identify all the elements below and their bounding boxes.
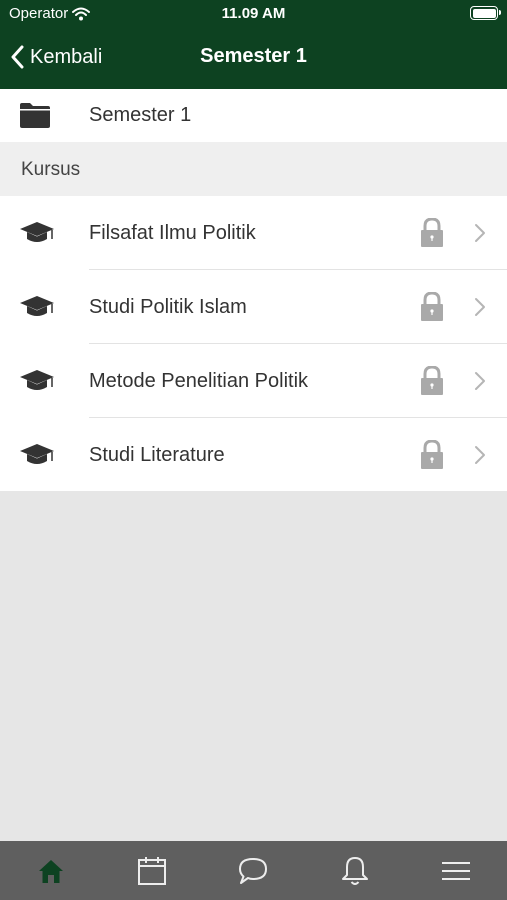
tab-home[interactable] <box>0 841 101 900</box>
chat-icon <box>239 857 268 884</box>
chevron-right-icon <box>475 372 485 390</box>
chevron-right-icon <box>475 446 485 464</box>
section-header: Kursus <box>0 142 507 196</box>
lock-icon <box>421 292 443 321</box>
folder-row[interactable]: Semester 1 <box>0 89 507 142</box>
course-row[interactable]: Studi Politik Islam <box>0 270 507 344</box>
navigation-bar: Kembali Semester 1 <box>0 26 507 89</box>
status-bar: Operator 11.09 AM <box>0 0 507 26</box>
chevron-right-icon <box>475 298 485 316</box>
course-label: Metode Penelitian Politik <box>89 370 309 392</box>
lock-icon <box>421 366 443 395</box>
calendar-icon <box>138 856 167 885</box>
tab-chat[interactable] <box>203 841 304 900</box>
page-title: Semester 1 <box>200 45 307 67</box>
status-time: 11.09 AM <box>221 5 286 22</box>
course-row[interactable]: Studi Literature <box>0 418 507 492</box>
course-label: Filsafat Ilmu Politik <box>89 222 256 244</box>
lock-icon <box>421 218 443 247</box>
tab-calendar[interactable] <box>101 841 202 900</box>
course-list: Filsafat Ilmu Politik Studi Politik Isla… <box>0 196 507 491</box>
bell-icon <box>341 856 368 885</box>
course-row[interactable]: Metode Penelitian Politik <box>0 344 507 418</box>
home-icon <box>38 859 63 883</box>
graduation-cap-icon <box>20 444 54 464</box>
menu-icon <box>442 861 471 880</box>
lock-icon <box>421 440 443 469</box>
tab-menu[interactable] <box>406 841 507 900</box>
folder-label: Semester 1 <box>89 104 192 126</box>
graduation-cap-icon <box>20 296 54 316</box>
graduation-cap-icon <box>20 370 54 390</box>
course-row[interactable]: Filsafat Ilmu Politik <box>0 196 507 270</box>
folder-icon <box>20 103 50 128</box>
section-title: Kursus <box>21 159 81 180</box>
graduation-cap-icon <box>20 222 54 242</box>
battery-icon <box>470 6 501 20</box>
course-label: Studi Politik Islam <box>89 296 247 318</box>
course-label: Studi Literature <box>89 444 225 466</box>
tab-notifications[interactable] <box>304 841 405 900</box>
chevron-right-icon <box>475 224 485 242</box>
tab-bar <box>0 841 507 900</box>
